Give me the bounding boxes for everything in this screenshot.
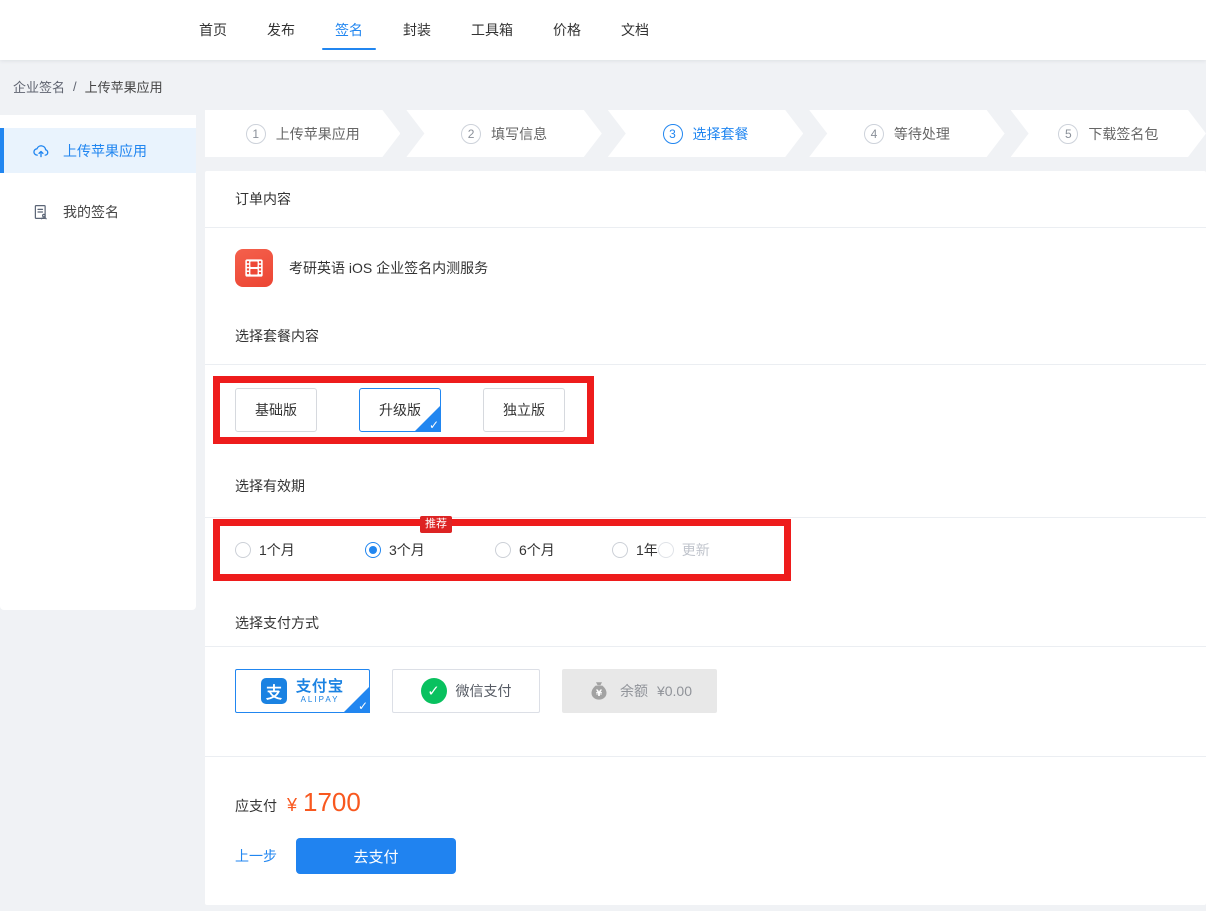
sidebar-item-my-signatures[interactable]: 我的签名 [0,189,196,234]
amount-due-line: 应支付 ¥ 1700 [235,787,1206,818]
film-icon [235,249,273,287]
package-option-basic[interactable]: 基础版 [235,388,317,432]
balance-amount: ¥0.00 [657,683,692,699]
radio-icon [235,542,251,558]
go-to-pay-button[interactable]: 去支付 [296,838,456,874]
step-3-choose-plan: 3 选择套餐 [608,110,803,157]
alipay-wordmark: 支付宝 ALIPAY [296,679,344,704]
checkout-area: 应支付 ¥ 1700 上一步 去支付 [205,757,1206,905]
alipay-label: 支付宝 [296,679,344,694]
amount-due-label: 应支付 [235,796,277,816]
payment-methods-row: 支 支付宝 ALIPAY ✓ ✓ 微信支付 ¥ [205,647,1206,757]
radio-icon [365,542,381,558]
main-nav: 首页 发布 签名 封装 工具箱 价格 文档 [0,0,1206,60]
annotation-box-package: 基础版 升级版 ✓ 独立版 [213,376,594,444]
validity-option-6months[interactable]: 6个月 [495,540,612,560]
breadcrumb-separator: / [73,79,77,94]
breadcrumb: 企业签名 / 上传苹果应用 [0,60,1206,112]
breadcrumb-parent[interactable]: 企业签名 [13,77,65,96]
radio-icon [495,542,511,558]
step-label: 填写信息 [491,124,547,144]
step-number: 3 [663,124,683,144]
money-bag-icon: ¥ [587,679,611,703]
currency-symbol: ¥ [287,795,297,816]
step-label: 下载签名包 [1088,124,1158,144]
nav-item-home[interactable]: 首页 [199,0,227,60]
package-section-title: 选择套餐内容 [205,308,1206,365]
payment-section-title: 选择支付方式 [205,600,1206,647]
step-number: 4 [864,124,884,144]
package-option-standalone[interactable]: 独立版 [483,388,565,432]
sidebar-item-label: 上传苹果应用 [63,141,147,161]
step-label: 等待处理 [894,124,950,144]
sidebar: 上传苹果应用 我的签名 [0,115,196,610]
validity-option-3months[interactable]: 3个月 [365,540,495,560]
package-options-row: 基础版 升级版 ✓ 独立版 [205,365,1206,455]
radio-label: 3个月 [389,540,425,560]
step-number: 5 [1058,124,1078,144]
order-card: 订单内容 考研英语 iOS 企业签名内测服务 选择套餐内容 [205,171,1206,905]
order-app-row: 考研英语 iOS 企业签名内测服务 [205,228,1206,308]
step-4-processing: 4 等待处理 [809,110,1004,157]
cloud-upload-icon [32,142,50,160]
signature-doc-icon [32,203,50,221]
sidebar-item-upload-app[interactable]: 上传苹果应用 [0,128,196,173]
nav-item-publish[interactable]: 发布 [267,0,295,60]
nav-item-docs[interactable]: 文档 [621,0,649,60]
step-label: 选择套餐 [693,124,749,144]
validity-options-row: 推荐 1个月 3个月 6个月 1年 [205,518,1206,600]
package-option-label: 升级版 [379,400,421,420]
wechat-pay-icon: ✓ [421,678,447,704]
validity-option-renew: 更新 [658,540,710,560]
top-header: 首页 发布 签名 封装 工具箱 价格 文档 [0,0,1206,60]
selected-check-icon: ✓ [343,686,370,713]
radio-icon [612,542,628,558]
wechat-label: 微信支付 [456,681,512,701]
nav-item-package[interactable]: 封装 [403,0,431,60]
validity-section-title: 选择有效期 [205,455,1206,518]
step-indicator: 1 上传苹果应用 2 填写信息 3 选择套餐 4 等待处理 5 下载签名包 [205,110,1206,157]
sidebar-item-label: 我的签名 [63,202,119,222]
payment-method-wechat[interactable]: ✓ 微信支付 [392,669,540,713]
nav-item-signature[interactable]: 签名 [335,0,363,60]
amount-due-value: 1700 [303,787,361,818]
alipay-icon: 支 [261,678,287,704]
step-1-upload: 1 上传苹果应用 [205,110,400,157]
balance-label: 余额 [620,681,648,701]
validity-option-1month[interactable]: 1个月 [235,540,365,560]
validity-option-1year[interactable]: 1年 [612,540,658,560]
payment-method-balance: ¥ 余额 ¥0.00 [562,669,717,713]
step-5-download: 5 下载签名包 [1011,110,1206,157]
alipay-sublabel: ALIPAY [301,696,340,704]
package-option-upgrade[interactable]: 升级版 ✓ [359,388,441,432]
step-2-fill-info: 2 填写信息 [406,110,601,157]
radio-icon [658,542,674,558]
nav-item-toolbox[interactable]: 工具箱 [471,0,513,60]
radio-label: 1年 [636,540,658,560]
step-number: 2 [461,124,481,144]
payment-method-alipay[interactable]: 支 支付宝 ALIPAY ✓ [235,669,370,713]
previous-step-link[interactable]: 上一步 [235,846,277,866]
radio-label: 1个月 [259,540,295,560]
checkout-buttons: 上一步 去支付 [235,838,1206,874]
recommend-badge: 推荐 [420,516,452,533]
app-name: 考研英语 iOS 企业签名内测服务 [289,258,488,278]
order-section-title: 订单内容 [205,171,1206,228]
step-number: 1 [246,124,266,144]
radio-label: 6个月 [519,540,555,560]
breadcrumb-current: 上传苹果应用 [85,77,163,96]
nav-item-price[interactable]: 价格 [553,0,581,60]
page: 首页 发布 签名 封装 工具箱 价格 文档 企业签名 / 上传苹果应用 上传苹果… [0,0,1206,911]
step-label: 上传苹果应用 [276,124,360,144]
annotation-box-validity: 推荐 1个月 3个月 6个月 1年 [213,519,791,581]
svg-text:¥: ¥ [596,689,603,699]
radio-label: 更新 [682,540,710,560]
